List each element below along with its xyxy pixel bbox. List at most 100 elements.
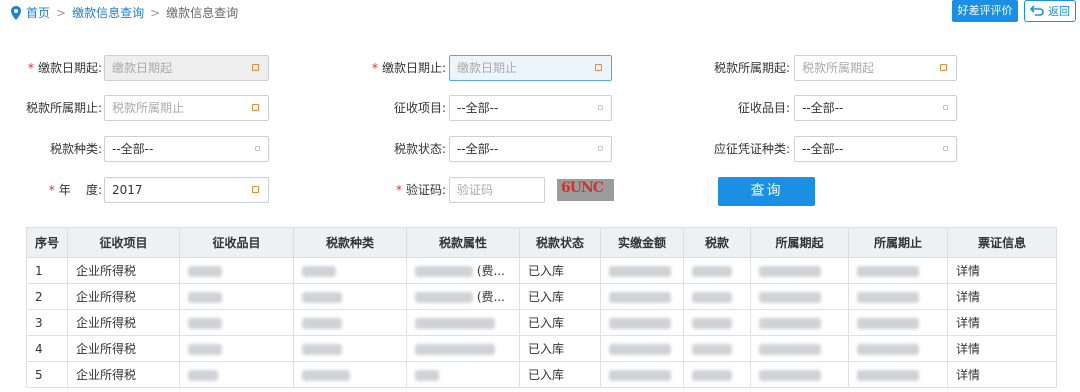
detail-link[interactable]: 详情 [947,283,1057,310]
column-header: 序号 [26,227,68,258]
calendar-icon[interactable] [595,64,602,71]
breadcrumb-separator: > [150,5,161,20]
status-cell: 已入库 [519,309,601,336]
redacted-cell [293,335,407,362]
redacted-cell [600,283,684,310]
redacted-cell [750,335,849,362]
dropdown-icon [943,105,948,110]
captcha-label: * 验证码: [395,183,446,197]
row-number: 4 [26,335,68,362]
breadcrumb-home[interactable]: 首页 [26,4,50,21]
status-cell: 已入库 [519,335,601,362]
redacted-cell [848,283,948,310]
tax-period-start-field[interactable]: 税款所属期起 [794,55,957,81]
column-header: 所属期止 [848,227,948,258]
tax-type-select[interactable]: --全部-- [104,136,269,162]
column-header: 所属期起 [750,227,849,258]
redacted-cell [600,335,684,362]
tax-status-select[interactable]: --全部-- [449,136,612,162]
breadcrumb: 首页 > 缴款信息查询 > 缴款信息查询 [10,4,238,21]
calendar-icon[interactable] [252,186,259,193]
row-number: 5 [26,361,68,388]
redacted-cell [179,309,294,336]
voucher-type-label: 应征凭证种类: [713,142,790,156]
levy-item-cell: 企业所得税 [67,309,180,336]
levy-item-label: 征收项目: [393,101,446,115]
row-number: 2 [26,283,68,310]
dropdown-icon [255,146,260,151]
tax-attribute-cell [406,309,520,336]
redacted-cell [179,257,294,284]
voucher-type-select[interactable]: --全部-- [794,136,957,162]
year-field[interactable]: 2017 [104,177,269,203]
column-header: 票证信息 [947,227,1057,258]
pay-date-end-field[interactable]: 缴款日期止 [449,55,612,81]
redacted-cell [683,361,751,388]
pay-date-start-field[interactable]: 缴款日期起 [104,55,269,81]
tax-attribute-cell: (费... [406,257,520,284]
redacted-cell [750,309,849,336]
levy-item-select[interactable]: --全部-- [449,95,612,121]
detail-link[interactable]: 详情 [947,335,1057,362]
redacted-cell [179,335,294,362]
captcha-input[interactable]: 验证码 [449,177,545,203]
status-cell: 已入库 [519,361,601,388]
status-cell: 已入库 [519,257,601,284]
pay-date-start-label: * 缴款日期起: [27,61,102,75]
table-row: 3 企业所得税 已入库 详情 [26,309,1057,336]
tax-type-label: 税款种类: [49,142,102,156]
back-label: 返回 [1048,5,1070,18]
status-cell: 已入库 [519,283,601,310]
redacted-cell [848,309,948,336]
table-header-row: 序号 征收项目 征收品目 税款种类 税款属性 税款状态 实缴金额 税款 所属期起… [26,227,1057,258]
tax-attribute-cell [406,361,520,388]
redacted-cell [293,257,407,284]
query-button[interactable]: 查询 [718,177,815,206]
tax-attribute-cell [406,335,520,362]
calendar-icon[interactable] [940,64,947,71]
redacted-cell [683,283,751,310]
redacted-cell [848,335,948,362]
redacted-cell [179,283,294,310]
table-row: 1 企业所得税 (费... 已入库 详情 [26,257,1057,284]
detail-link[interactable]: 详情 [947,309,1057,336]
detail-link[interactable]: 详情 [947,361,1057,388]
captcha-image[interactable]: 6UNC [557,179,614,201]
dropdown-icon [598,105,603,110]
redacted-cell [683,309,751,336]
pay-date-end-label: * 缴款日期止: [371,61,446,75]
redacted-cell [683,257,751,284]
tax-period-end-label: 税款所属期止: [25,101,102,115]
year-label: * 年 度: [48,183,102,197]
tax-period-end-field[interactable]: 税款所属期止 [104,95,269,121]
levy-item-cell: 企业所得税 [67,257,180,284]
levy-item-cell: 企业所得税 [67,283,180,310]
column-header: 税款属性 [406,227,520,258]
return-arrow-icon [1030,5,1044,16]
column-header: 征收项目 [67,227,180,258]
detail-link[interactable]: 详情 [947,257,1057,284]
back-button[interactable]: 返回 [1024,0,1076,22]
breadcrumb-level1[interactable]: 缴款信息查询 [72,4,144,21]
top-bar: 首页 > 缴款信息查询 > 缴款信息查询 好差评评价 返回 [0,0,1080,26]
table-row: 5 企业所得税 已入库 详情 [26,361,1057,388]
calendar-icon[interactable] [252,64,259,71]
redacted-cell [600,309,684,336]
calendar-icon[interactable] [252,104,259,111]
levy-item-cell: 企业所得税 [67,361,180,388]
tax-status-label: 税款状态: [393,142,446,156]
redacted-cell [179,361,294,388]
redacted-cell [293,361,407,388]
review-button[interactable]: 好差评评价 [952,0,1018,22]
row-number: 3 [26,309,68,336]
redacted-cell [293,309,407,336]
tax-period-start-label: 税款所属期起: [713,61,790,75]
levy-item-cell: 企业所得税 [67,335,180,362]
column-header: 税款 [683,227,751,258]
column-header: 实缴金额 [600,227,684,258]
redacted-cell [848,361,948,388]
breadcrumb-current: 缴款信息查询 [166,6,239,20]
dropdown-icon [943,146,948,151]
column-header: 税款状态 [519,227,601,258]
levy-product-select[interactable]: --全部-- [794,95,957,121]
